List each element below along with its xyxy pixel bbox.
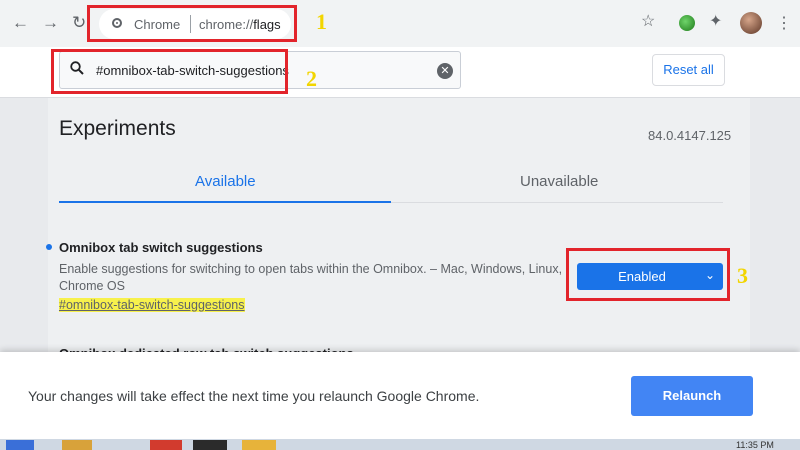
relaunch-message: Your changes will take effect the next t…	[28, 388, 480, 404]
folder-icon[interactable]	[62, 440, 92, 450]
arrow-left-icon[interactable]: ←	[12, 13, 29, 33]
taskbar-app-icon[interactable]	[150, 440, 182, 450]
annotation-number-2: 2	[306, 66, 317, 91]
taskbar-app-icon[interactable]	[242, 440, 276, 450]
taskbar-clock: 11:35 PM	[736, 440, 774, 450]
experiment-name: Omnibox tab switch suggestions	[59, 240, 263, 255]
annotation-box-2	[51, 49, 288, 94]
tab-unavailable[interactable]: Unavailable	[520, 173, 598, 190]
experiment-description: Enable suggestions for switching to open…	[59, 262, 563, 293]
clear-icon[interactable]: ✕	[437, 63, 453, 79]
start-icon[interactable]	[6, 440, 34, 450]
reset-all-button[interactable]: Reset all	[652, 54, 725, 86]
annotation-box-3	[566, 248, 730, 301]
taskbar-app-icon[interactable]	[193, 440, 227, 450]
puzzle-icon[interactable]: ✦	[709, 12, 722, 32]
arrow-right-icon[interactable]: →	[42, 13, 59, 33]
experiment-link[interactable]: #omnibox-tab-switch-suggestions	[59, 298, 245, 312]
page-title: Experiments	[59, 117, 176, 140]
avatar[interactable]	[740, 12, 762, 34]
star-icon[interactable]: ☆	[641, 12, 655, 32]
relaunch-highlight-frame	[626, 371, 758, 423]
annotation-number-1: 1	[316, 9, 327, 34]
modified-dot	[46, 244, 52, 250]
extension-globe-icon[interactable]	[679, 15, 695, 31]
tab-available[interactable]: Available	[195, 173, 256, 190]
version-label: 84.0.4147.125	[648, 128, 732, 143]
annotation-box-1	[87, 5, 297, 42]
annotation-number-3: 3	[737, 263, 748, 288]
active-tab-indicator	[59, 201, 391, 203]
reload-icon[interactable]: ↻	[72, 13, 86, 33]
kebab-icon[interactable]: ⋮	[776, 13, 792, 33]
taskbar	[0, 439, 800, 450]
